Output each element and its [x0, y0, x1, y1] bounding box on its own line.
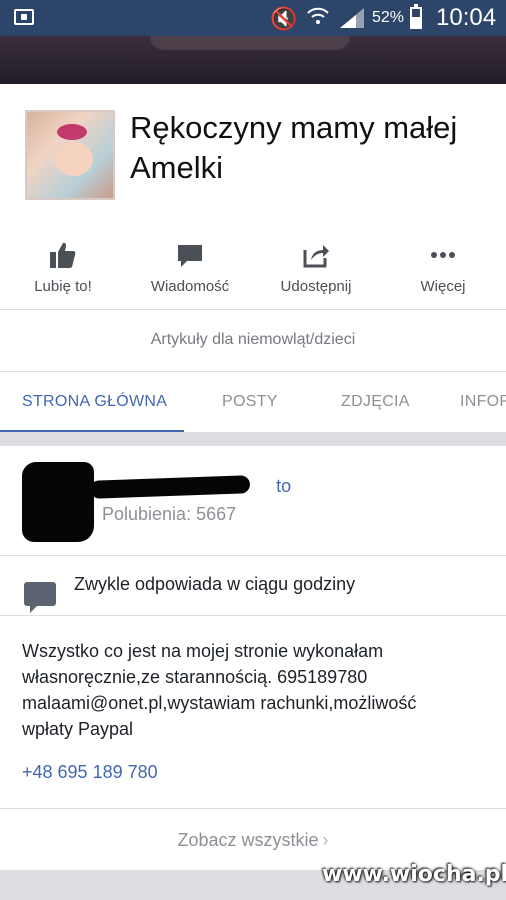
page-title: Rękoczyny mamy małej Amelki — [130, 110, 458, 185]
avatar-baby-face — [55, 142, 93, 176]
battery-icon — [410, 4, 422, 29]
page-tabs: STRONA GŁÓWNA POSTY ZDJĘCIA INFOR — [0, 372, 506, 432]
tab-posts[interactable]: POSTY — [222, 372, 278, 432]
more-label: Więcej — [420, 278, 466, 295]
tab-photos[interactable]: ZDJĘCIA — [341, 372, 410, 432]
thumbs-up-icon — [48, 240, 78, 270]
watermark: www.wiocha.pl — [322, 862, 506, 887]
signal-icon — [340, 8, 364, 28]
tab-info[interactable]: INFOR — [460, 372, 506, 432]
wifi-icon — [306, 4, 330, 34]
share-label: Udostępnij — [280, 278, 352, 295]
page-avatar[interactable] — [25, 110, 115, 200]
clock: 10:04 — [436, 4, 497, 31]
liker-row[interactable]: Magdalena Ambrozia to Polubienia: 5667 — [0, 446, 506, 556]
action-bar: Lubię to! Wiadomość Udostępnij Więcej — [0, 226, 506, 310]
battery-percent: 52% — [372, 9, 405, 26]
tab-home[interactable]: STRONA GŁÓWNA — [22, 372, 167, 432]
share-button[interactable]: Udostępnij — [253, 240, 379, 295]
cover-photo — [0, 36, 506, 84]
screenshot-icon — [14, 9, 34, 25]
message-bubble-icon — [24, 582, 56, 613]
share-icon — [301, 240, 331, 270]
message-icon — [175, 240, 205, 270]
status-bar: 🔇 52% 10:04 — [0, 0, 506, 36]
message-button[interactable]: Wiadomość — [127, 240, 253, 295]
chevron-right-icon: › — [322, 830, 329, 850]
see-all-label: Zobacz wszystkie — [177, 830, 319, 850]
response-time-row: Zwykle odpowiada w ciągu godziny — [0, 556, 506, 616]
response-time-text: Zwykle odpowiada w ciągu godziny — [74, 574, 356, 594]
avatar-bow — [57, 124, 87, 140]
like-label: Lubię to! — [34, 278, 92, 295]
about-card: Magdalena Ambrozia to Polubienia: 5667 Z… — [0, 446, 506, 870]
more-icon — [428, 240, 458, 270]
about-text: Wszystko co jest na mojej stronie wykona… — [22, 641, 417, 739]
redacted-avatar — [22, 462, 94, 542]
page-category: Artykuły dla niemowląt/dzieci — [0, 310, 506, 372]
page-header: Rękoczyny mamy małej Amelki — [0, 84, 506, 226]
likes-count: Polubienia: 5667 — [102, 504, 237, 524]
see-all-button[interactable]: Zobacz wszystkie › — [0, 808, 506, 870]
section-divider — [0, 432, 506, 446]
message-label: Wiadomość — [150, 278, 230, 295]
like-button[interactable]: Lubię to! — [0, 240, 126, 295]
mute-icon: 🔇 — [270, 6, 298, 31]
more-button[interactable]: Więcej — [380, 240, 506, 295]
phone-link[interactable]: +48 695 189 780 — [22, 762, 158, 783]
